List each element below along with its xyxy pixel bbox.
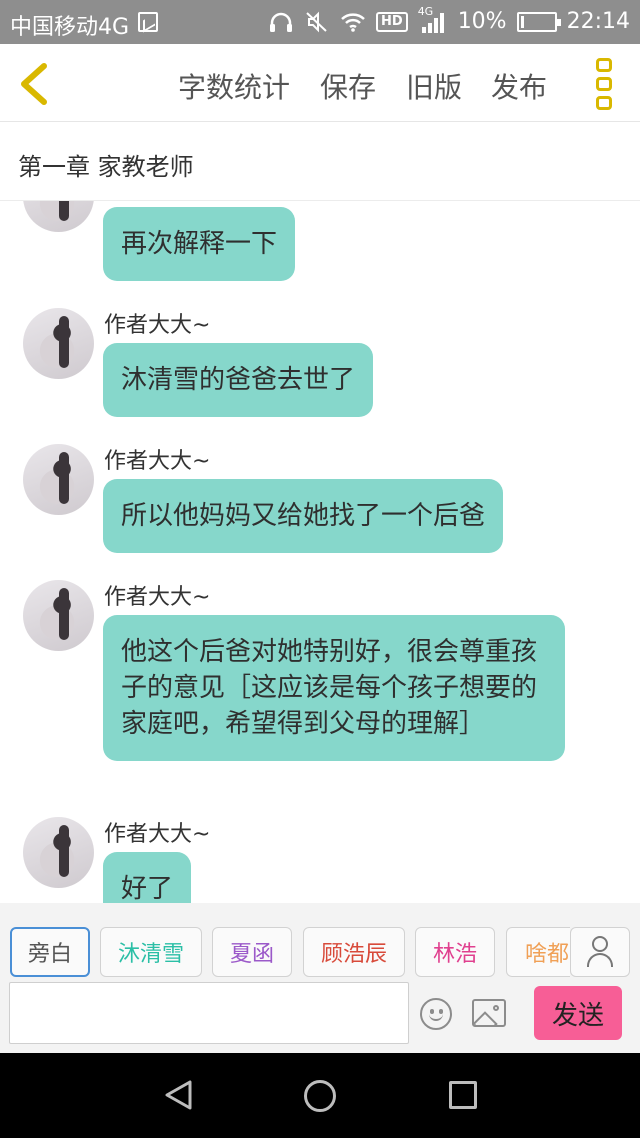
nav-recents-icon[interactable] (449, 1081, 477, 1109)
chapter-title[interactable]: 第一章 家教老师 (18, 147, 194, 182)
send-button[interactable]: 发送 (534, 986, 622, 1040)
system-nav-bar (0, 1053, 640, 1138)
mute-icon (306, 11, 327, 32)
status-icons: HD 4G 10% 22:14 (268, 5, 630, 34)
nav-home-icon[interactable] (304, 1080, 336, 1112)
battery-icon (516, 11, 561, 32)
user-icon[interactable] (570, 927, 630, 977)
message-bubble[interactable]: 好了 (103, 852, 192, 903)
nav-back-icon[interactable] (164, 1080, 194, 1110)
message-bubble[interactable]: 沐清雪的爸爸去世了 (103, 343, 374, 417)
composer-panel: 旁白 沐清雪 夏函 顾浩辰 林浩 啥都 发送 (0, 903, 640, 1053)
avatar[interactable] (23, 308, 94, 379)
headphones-icon (270, 12, 293, 32)
screenshot-notification-icon (138, 12, 158, 32)
character-chip[interactable]: 林浩 (415, 927, 495, 977)
avatar[interactable] (23, 580, 94, 651)
character-chip[interactable]: 啥都 (506, 927, 570, 977)
message-author: 作者大大~ (104, 822, 211, 847)
signal-icon: 4G (418, 5, 448, 33)
image-icon[interactable] (472, 999, 506, 1027)
publish-button[interactable]: 发布 (491, 66, 547, 106)
character-chip-narrator[interactable]: 旁白 (10, 927, 90, 977)
smiley-icon[interactable] (420, 998, 452, 1030)
old-version-button[interactable]: 旧版 (406, 66, 462, 106)
avatar[interactable] (23, 817, 94, 888)
message-author: 作者大大~ (104, 449, 211, 474)
character-chip[interactable]: 夏函 (212, 927, 292, 977)
back-icon[interactable] (14, 60, 58, 108)
clock: 22:14 (566, 9, 630, 34)
save-button[interactable]: 保存 (320, 66, 376, 106)
message-author: 作者大大~ (104, 585, 211, 610)
message-bubble[interactable]: 所以他妈妈又给她找了一个后爸 (103, 479, 504, 553)
message-input[interactable] (9, 982, 409, 1044)
character-selector[interactable]: 旁白 沐清雪 夏函 顾浩辰 林浩 啥都 (10, 927, 570, 979)
character-chip[interactable]: 沐清雪 (100, 927, 202, 977)
battery-percent: 10% (457, 9, 507, 34)
character-chip[interactable]: 顾浩辰 (303, 927, 405, 977)
chapter-header: 第一章 家教老师 (0, 122, 640, 201)
avatar[interactable] (23, 444, 94, 515)
status-bar: 中国移动4G HD 4G 10% 22:14 (0, 0, 640, 44)
word-count-button[interactable]: 字数统计 (178, 66, 290, 106)
message-bubble[interactable]: 再次解释一下 (103, 207, 296, 281)
editor-toolbar: 字数统计 保存 旧版 发布 (0, 44, 640, 122)
avatar[interactable] (23, 201, 94, 232)
message-author: 作者大大~ (104, 313, 211, 338)
message-list[interactable]: 再次解释一下 作者大大~ 沐清雪的爸爸去世了 作者大大~ 所以他妈妈又给她找了一… (0, 201, 640, 903)
hd-voice-icon: HD (376, 11, 408, 32)
message-bubble[interactable]: 他这个后爸对她特别好，很会尊重孩子的意见［这应该是每个孩子想要的家庭吧，希望得到… (103, 615, 565, 761)
carrier-label: 中国移动4G (10, 15, 130, 40)
more-menu-icon[interactable] (592, 58, 616, 110)
wifi-icon (341, 12, 365, 32)
